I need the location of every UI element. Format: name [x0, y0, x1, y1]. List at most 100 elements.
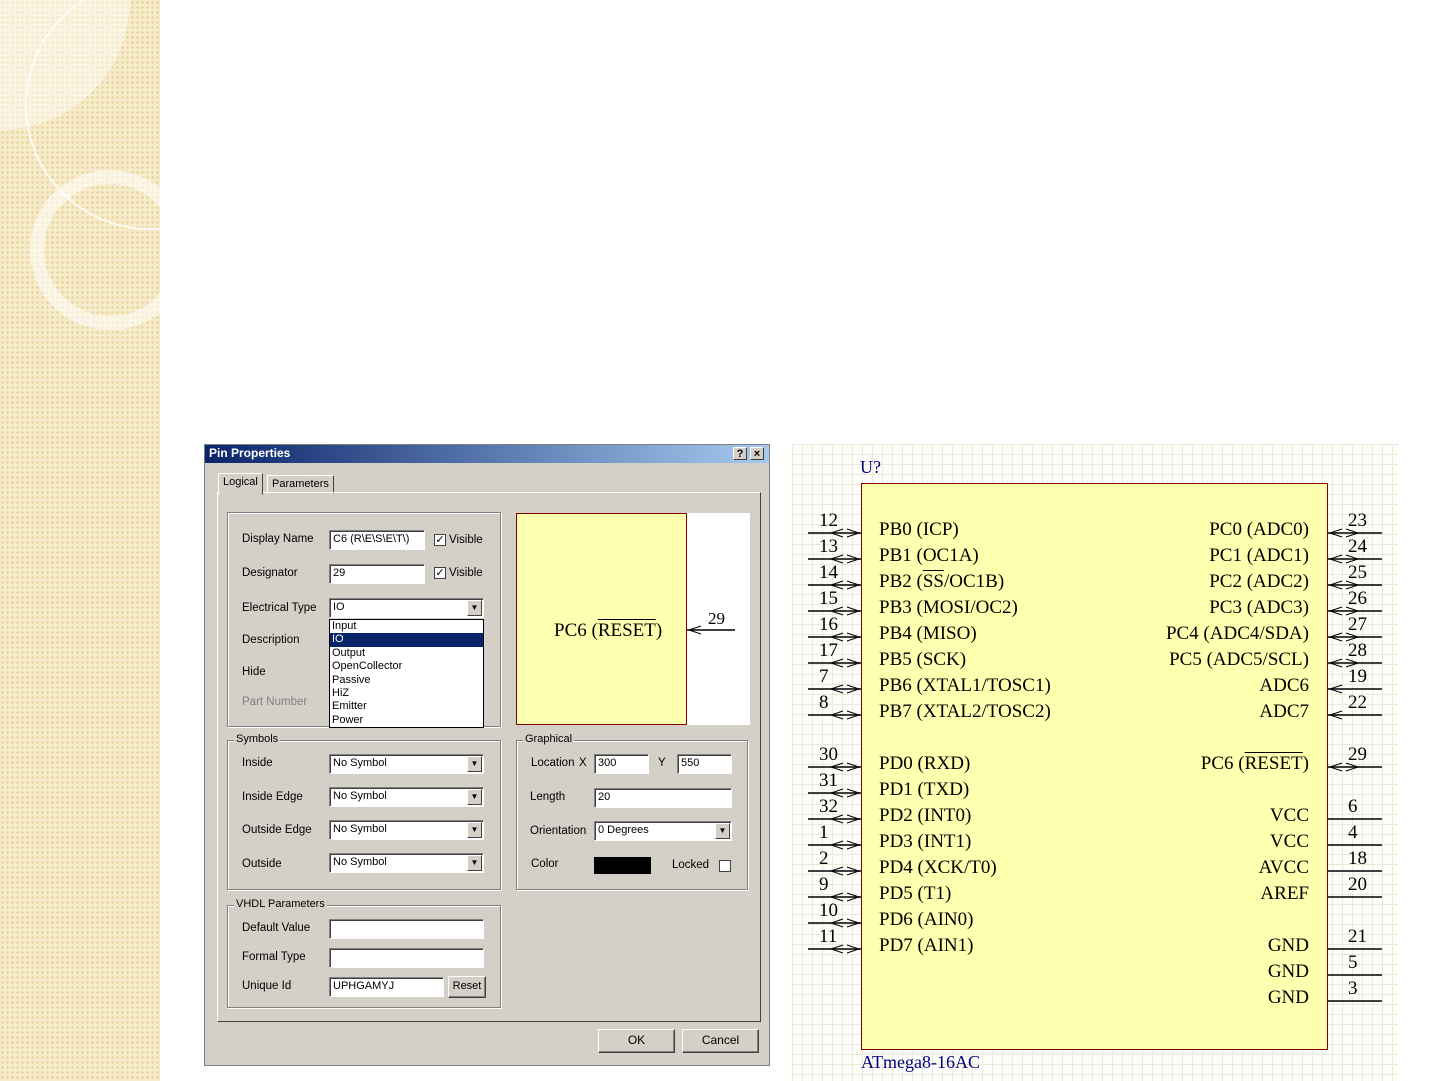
- designator-visible-checkbox[interactable]: ✓: [434, 567, 446, 579]
- pin-number: 9: [819, 874, 829, 895]
- pin-name: GND: [1267, 961, 1309, 982]
- unique-id-input[interactable]: UPHGAMYJ: [329, 977, 444, 997]
- option-opencollector[interactable]: OpenCollector: [330, 660, 483, 673]
- pin-name: AREF: [1260, 883, 1309, 904]
- inside-symbol-value: No Symbol: [333, 757, 387, 769]
- cancel-button[interactable]: Cancel: [682, 1029, 759, 1053]
- outside-symbol-select[interactable]: No Symbol ▼: [329, 853, 484, 873]
- hide-label: Hide: [242, 666, 266, 678]
- pin-name: VCC: [1269, 805, 1309, 826]
- pin-name: PC1 (ADC1): [1209, 545, 1309, 566]
- color-label: Color: [531, 858, 559, 870]
- pin-name: PD4 (XCK/T0): [879, 857, 997, 878]
- pin-number: 31: [819, 770, 838, 791]
- display-name-visible-checkbox[interactable]: ✓: [434, 534, 446, 546]
- option-input[interactable]: Input: [330, 620, 483, 633]
- pin-number: 17: [819, 640, 838, 661]
- chevron-down-icon[interactable]: ▼: [467, 822, 482, 838]
- dialog-titlebar[interactable]: Pin Properties ? ×: [205, 445, 769, 463]
- location-y-input[interactable]: 550: [677, 754, 732, 774]
- outside-edge-symbol-value: No Symbol: [333, 823, 387, 835]
- orientation-select[interactable]: 0 Degrees ▼: [594, 821, 732, 841]
- chevron-down-icon[interactable]: ▼: [467, 855, 482, 871]
- option-emitter[interactable]: Emitter: [330, 700, 483, 713]
- inside-label: Inside: [242, 757, 273, 769]
- pin-name: PD2 (INT0): [879, 805, 972, 826]
- preview-pin-name: PC6 (RESET): [554, 620, 663, 641]
- chevron-down-icon[interactable]: ▼: [467, 600, 482, 616]
- dialog-title: Pin Properties: [209, 446, 291, 460]
- display-name-input[interactable]: C6 (R\E\S\E\T\): [329, 530, 425, 550]
- outside-edge-label: Outside Edge: [242, 824, 312, 836]
- pin-name: PB5 (SCK): [879, 649, 967, 670]
- location-x-input[interactable]: 300: [594, 754, 649, 774]
- orientation-label: Orientation: [530, 825, 587, 837]
- pin-name: PC3 (ADC3): [1209, 597, 1309, 618]
- pin-number: 23: [1348, 510, 1367, 531]
- chevron-down-icon[interactable]: ▼: [467, 756, 482, 772]
- pin-number: 14: [819, 562, 838, 583]
- decorative-ring: [30, 170, 160, 330]
- formal-type-label: Formal Type: [242, 951, 306, 963]
- pin-name: PB0 (ICP): [879, 519, 959, 540]
- tab-logical[interactable]: Logical: [218, 473, 263, 495]
- chevron-down-icon[interactable]: ▼: [467, 789, 482, 805]
- pin-number: 5: [1348, 952, 1358, 973]
- pin-number: 20: [1348, 874, 1367, 895]
- electrical-type-dropdown-list[interactable]: Input IO Output OpenCollector Passive Hi…: [329, 619, 484, 729]
- location-label: Location: [531, 757, 575, 769]
- chevron-down-icon[interactable]: ▼: [715, 823, 730, 839]
- inside-edge-symbol-select[interactable]: No Symbol ▼: [329, 787, 484, 807]
- designator-input[interactable]: 29: [329, 564, 425, 584]
- unique-id-label: Unique Id: [242, 980, 292, 992]
- component-part-name: ATmega8-16AC: [861, 1052, 980, 1072]
- pin-name: GND: [1267, 987, 1309, 1008]
- reset-button[interactable]: Reset: [448, 976, 486, 998]
- option-power[interactable]: Power: [330, 714, 483, 727]
- pin-number: 1: [819, 822, 829, 843]
- display-name-label: Display Name: [242, 533, 314, 545]
- pin-name: PD3 (INT1): [879, 831, 972, 852]
- pin-number: 12: [819, 510, 838, 531]
- inside-symbol-select[interactable]: No Symbol ▼: [329, 754, 484, 774]
- length-input[interactable]: 20: [594, 788, 732, 808]
- pin-number: 21: [1348, 926, 1367, 947]
- help-button[interactable]: ?: [733, 447, 747, 460]
- pin-name: PD1 (TXD): [879, 779, 970, 800]
- pin-name: PD5 (T1): [879, 883, 952, 904]
- pin-properties-dialog: Pin Properties ? × Logical Parameters Di…: [204, 444, 770, 1066]
- pin-name: VCC: [1269, 831, 1309, 852]
- default-value-input[interactable]: [329, 919, 484, 939]
- option-output[interactable]: Output: [330, 647, 483, 660]
- pin-number: 11: [819, 926, 838, 947]
- pin-number: 18: [1348, 848, 1367, 869]
- pin-number: 30: [819, 744, 838, 765]
- designator-label: Designator: [242, 567, 298, 579]
- pin-name: PB1 (OC1A): [879, 545, 979, 566]
- pin-name: AVCC: [1258, 857, 1309, 878]
- preview-component-body: [516, 513, 687, 725]
- pin-number: 6: [1348, 796, 1358, 817]
- pin-number: 32: [819, 796, 838, 817]
- pin-number: 10: [819, 900, 838, 921]
- outside-edge-symbol-select[interactable]: No Symbol ▼: [329, 820, 484, 840]
- pin-name: PD7 (AIN1): [879, 935, 974, 956]
- formal-type-input[interactable]: [329, 948, 484, 968]
- close-button[interactable]: ×: [750, 447, 764, 460]
- outside-symbol-value: No Symbol: [333, 856, 387, 868]
- part-number-label: Part Number: [242, 696, 308, 708]
- inside-edge-label: Inside Edge: [242, 791, 303, 803]
- pin-number: 2: [819, 848, 829, 869]
- preview-pin-number: 29: [708, 609, 725, 628]
- ok-button[interactable]: OK: [598, 1029, 675, 1053]
- color-swatch[interactable]: [594, 857, 651, 874]
- pin-number: 7: [819, 666, 829, 687]
- option-passive[interactable]: Passive: [330, 674, 483, 687]
- locked-checkbox[interactable]: [719, 860, 731, 872]
- pin-number: 4: [1348, 822, 1358, 843]
- pin-name: PB3 (MOSI/OC2): [879, 597, 1018, 618]
- option-io[interactable]: IO: [330, 633, 483, 647]
- vhdl-group-label: VHDL Parameters: [234, 898, 327, 910]
- electrical-type-select[interactable]: IO ▼: [329, 598, 484, 618]
- option-hiz[interactable]: HiZ: [330, 687, 483, 700]
